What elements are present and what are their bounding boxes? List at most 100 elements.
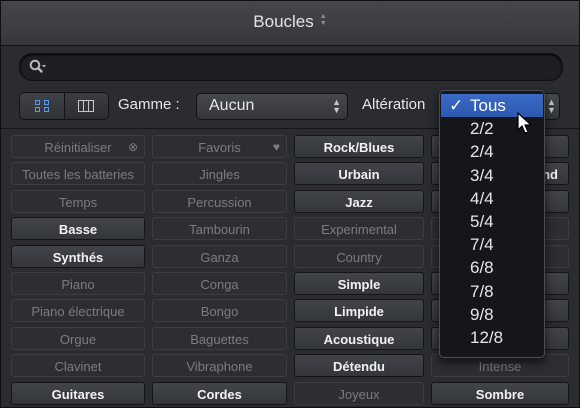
keyword-button[interactable]: Baguettes bbox=[152, 326, 287, 350]
keyword-label: Sombre bbox=[475, 386, 525, 402]
keyword-button[interactable]: Orgue bbox=[11, 326, 145, 350]
keyword-label: Bongo bbox=[200, 304, 239, 320]
keyword-button[interactable]: Rock/Blues bbox=[294, 135, 424, 158]
menu-item[interactable]: 6/8 bbox=[441, 256, 543, 279]
keyword-button[interactable]: Limpide bbox=[294, 299, 424, 323]
menu-item-label: 7/8 bbox=[470, 281, 494, 301]
alteration-label: Altération bbox=[362, 96, 426, 113]
menu-item[interactable]: 2/4 bbox=[441, 140, 543, 163]
keyword-label: Piano bbox=[61, 277, 95, 292]
checkmark-icon: ✓ bbox=[449, 96, 464, 115]
keyword-button[interactable]: Sombre bbox=[431, 381, 569, 405]
keyword-button[interactable]: Country bbox=[294, 244, 424, 268]
keyword-button[interactable]: Jazz bbox=[294, 189, 424, 213]
gamme-value: Aucun bbox=[209, 97, 255, 114]
keyword-button[interactable]: Acoustique bbox=[294, 326, 424, 350]
keyword-button[interactable]: Conga bbox=[152, 272, 287, 295]
column-view-button[interactable] bbox=[63, 93, 108, 119]
gamme-popup[interactable]: Aucun ▲ ▼ bbox=[196, 93, 348, 120]
menu-item[interactable]: 12/8 bbox=[441, 326, 543, 349]
keyword-label: Tambourin bbox=[189, 222, 250, 238]
keyword-button[interactable]: Cordes bbox=[152, 381, 287, 405]
keyword-button[interactable]: Experimental bbox=[294, 217, 424, 241]
keyword-label: Clavinet bbox=[54, 359, 102, 375]
up-down-arrows-icon: ▲ ▼ bbox=[332, 97, 341, 115]
keyword-label: Jazz bbox=[345, 194, 373, 210]
keyword-button[interactable]: Vibraphone bbox=[152, 354, 287, 378]
menu-item-label: 2/2 bbox=[470, 119, 494, 139]
search-icon[interactable] bbox=[29, 59, 47, 75]
keyword-label: Guitares bbox=[51, 386, 105, 402]
keyword-label: Conga bbox=[200, 277, 239, 292]
keyword-label: Jingles bbox=[199, 167, 240, 183]
keyword-button[interactable]: Urbain bbox=[294, 162, 424, 186]
keyword-label: Joyeux bbox=[338, 386, 380, 402]
keyword-button[interactable]: Tambourin bbox=[152, 217, 287, 241]
menu-item[interactable]: 9/8 bbox=[441, 303, 543, 326]
columns-icon bbox=[78, 100, 95, 112]
keyword-button[interactable]: Clavinet bbox=[11, 354, 145, 378]
menu-item-label: Tous bbox=[470, 96, 506, 115]
keyword-button[interactable]: Percussion bbox=[152, 189, 287, 213]
menu-item-label: 2/4 bbox=[470, 142, 494, 162]
keyword-label: Vibraphone bbox=[186, 359, 253, 375]
keyword-button[interactable]: Favoris ♥ bbox=[152, 135, 287, 158]
search-input[interactable] bbox=[56, 57, 550, 79]
search-field[interactable] bbox=[19, 53, 563, 81]
keyword-label: Réinitialiser bbox=[44, 140, 112, 155]
keyword-label: nd bbox=[542, 167, 558, 183]
keyword-button[interactable]: Ganza bbox=[152, 244, 287, 268]
menu-item[interactable]: 7/8 bbox=[441, 280, 543, 303]
heart-icon[interactable]: ♥ bbox=[273, 136, 280, 157]
menu-item-label: 5/4 bbox=[470, 212, 494, 231]
window-title-popup[interactable]: Boucles ▲ ▼ bbox=[1, 12, 579, 32]
keyword-button[interactable]: Temps bbox=[11, 189, 145, 213]
title-bar: Boucles ▲ ▼ bbox=[1, 1, 579, 46]
keyword-label: Simple bbox=[337, 277, 381, 292]
keyword-button[interactable]: Toutes les batteries bbox=[11, 162, 145, 186]
keyword-label: Baguettes bbox=[190, 331, 249, 347]
keyword-button[interactable]: Réinitialiser ⊗ bbox=[11, 135, 145, 158]
keyword-button[interactable]: Guitares bbox=[11, 381, 145, 405]
keyword-label: Intense bbox=[478, 359, 522, 375]
keyword-button[interactable]: Basse bbox=[11, 217, 145, 241]
gamme-label: Gamme : bbox=[118, 96, 180, 113]
keyword-button[interactable]: Piano électrique bbox=[11, 299, 145, 323]
keyword-label: Synthés bbox=[52, 249, 104, 265]
keyword-label: Limpide bbox=[334, 304, 384, 320]
keyword-label: Basse bbox=[58, 222, 98, 238]
menu-item-label: 4/4 bbox=[470, 188, 494, 208]
grid-icon bbox=[34, 100, 49, 112]
up-down-arrows-icon: ▲ ▼ bbox=[547, 97, 556, 115]
menu-item[interactable]: 4/4 bbox=[441, 187, 543, 210]
keyword-label: Urbain bbox=[338, 167, 380, 183]
keyword-button[interactable]: Piano bbox=[11, 272, 145, 295]
button-view-button[interactable] bbox=[20, 93, 64, 119]
keyword-button[interactable]: Simple bbox=[294, 272, 424, 295]
window-title: Boucles bbox=[253, 12, 314, 31]
up-down-arrows-icon: ▲ ▼ bbox=[319, 13, 327, 27]
keyword-label: Acoustique bbox=[323, 331, 395, 347]
view-toggle bbox=[19, 92, 109, 120]
keyword-label: Percussion bbox=[187, 194, 252, 210]
clear-icon[interactable]: ⊗ bbox=[128, 136, 138, 157]
menu-item-label: 12/8 bbox=[470, 328, 504, 347]
keyword-label: Piano électrique bbox=[31, 304, 125, 320]
menu-item[interactable]: 5/4 bbox=[441, 210, 543, 233]
keyword-button[interactable]: Synthés bbox=[11, 244, 145, 268]
mouse-pointer-icon bbox=[517, 112, 533, 134]
keyword-button[interactable]: Joyeux bbox=[294, 381, 424, 405]
loop-browser-window: Boucles ▲ ▼ Gamme : Aucun ▲ ▼ Altération… bbox=[0, 0, 580, 408]
menu-item[interactable]: 7/4 bbox=[441, 233, 543, 256]
keyword-label: Favoris bbox=[198, 140, 241, 155]
keyword-label: Orgue bbox=[59, 331, 97, 347]
keyword-label: Temps bbox=[58, 194, 98, 210]
menu-item-label: 9/8 bbox=[470, 304, 494, 324]
keyword-button[interactable]: Bongo bbox=[152, 299, 287, 323]
keyword-button[interactable]: Détendu bbox=[294, 354, 424, 378]
keyword-label: Experimental bbox=[321, 222, 397, 238]
menu-item[interactable]: 3/4 bbox=[441, 164, 543, 187]
keyword-button[interactable]: Jingles bbox=[152, 162, 287, 186]
keyword-label: Toutes les batteries bbox=[21, 167, 134, 183]
keyword-label: Country bbox=[336, 249, 382, 265]
